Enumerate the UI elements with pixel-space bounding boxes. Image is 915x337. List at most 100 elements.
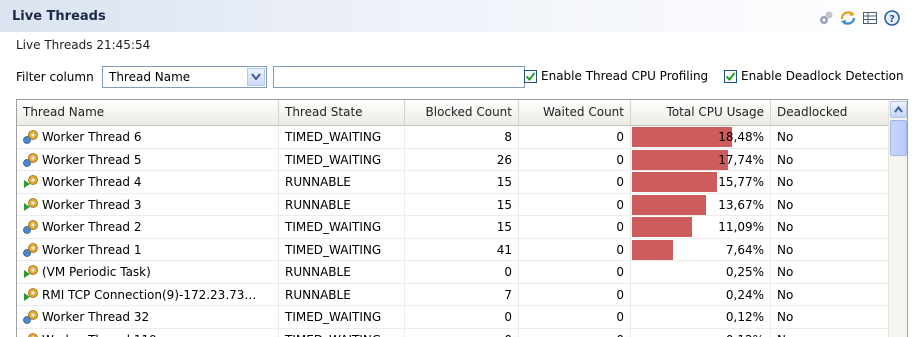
cell-deadlocked: No	[771, 328, 889, 337]
panel-header: Live Threads ?	[0, 0, 915, 32]
cell-deadlocked: No	[771, 306, 889, 328]
cpu-usage-bar	[632, 149, 728, 170]
deadlock-detection-checkbox[interactable]: Enable Deadlock Detection	[724, 69, 904, 83]
scrollbar-thumb[interactable]	[890, 120, 907, 156]
table-row[interactable]: Worker Thread 32 TIMED_WAITING 0 0 0,12% No	[17, 306, 889, 329]
refresh-icon[interactable]	[839, 9, 857, 27]
panel-title: Live Threads	[12, 9, 106, 24]
scroll-up-icon[interactable]	[890, 101, 907, 118]
thread-name-text: RMI TCP Connection(9)-172.23.73…	[42, 287, 257, 302]
thread-name-text: Worker Thread 4	[42, 175, 142, 189]
cell-waited-count: 0	[519, 283, 631, 306]
column-header-thread-name[interactable]: Thread Name	[17, 100, 279, 126]
cell-blocked-count: 0	[405, 328, 519, 337]
threads-table: Thread Name Thread State Blocked Count W…	[16, 99, 908, 337]
cell-thread-state: TIMED_WAITING	[279, 126, 405, 148]
cell-thread-state: TIMED_WAITING	[279, 238, 405, 261]
filter-column-label: Filter column	[16, 70, 94, 84]
cell-deadlocked: No	[771, 261, 889, 283]
table-row[interactable]: Worker Thread 1 TIMED_WAITING 41 0 7,64% No	[17, 238, 889, 261]
waiting-thread-icon	[23, 242, 39, 258]
cell-blocked-count: 41	[405, 238, 519, 261]
cpu-usage-text: 13,67%	[718, 197, 764, 212]
cpu-usage-text: 11,09%	[718, 220, 764, 234]
cpu-usage-text: 7,64%	[725, 242, 764, 257]
cell-waited-count: 0	[519, 261, 631, 283]
cell-thread-name: Worker Thread 5	[17, 148, 279, 171]
table-row[interactable]: Worker Thread 119TIMED_WAITING000,12%No	[17, 328, 889, 337]
column-header-total-cpu-usage[interactable]: Total CPU Usage	[631, 100, 771, 126]
thread-name-text: Worker Thread 32	[42, 310, 150, 324]
cell-deadlocked: No	[771, 283, 889, 306]
cell-thread-name: Worker Thread 32	[17, 306, 279, 328]
cell-waited-count: 0	[519, 171, 631, 193]
cell-blocked-count: 26	[405, 148, 519, 171]
table-row[interactable]: Worker Thread 5 TIMED_WAITING 26 0 17,74% No	[17, 148, 889, 171]
table-row[interactable]: RMI TCP Connection(9)-172.23.73… RUNNABLE…	[17, 283, 889, 306]
cell-thread-name: Worker Thread 4	[17, 171, 279, 193]
filter-column-select[interactable]: Thread Name	[102, 66, 267, 88]
runnable-thread-icon	[23, 264, 39, 280]
cell-total-cpu-usage: 18,48%	[631, 126, 771, 148]
runnable-thread-icon	[23, 174, 39, 190]
filter-bar: Filter column Thread Name Enable Thread …	[16, 65, 906, 89]
column-header-blocked-count[interactable]: Blocked Count	[405, 100, 519, 126]
cell-blocked-count: 15	[405, 171, 519, 193]
cpu-profiling-checkbox[interactable]: Enable Thread CPU Profiling	[524, 69, 708, 83]
cell-total-cpu-usage: 0,24%	[631, 283, 771, 306]
thread-name-text: Worker Thread 119	[42, 329, 157, 337]
cpu-usage-text: 0,24%	[725, 287, 764, 302]
thread-name-text: (VM Periodic Task)	[42, 265, 151, 279]
vertical-scrollbar[interactable]	[888, 100, 907, 337]
cell-waited-count: 0	[519, 328, 631, 337]
cell-total-cpu-usage: 15,77%	[631, 171, 771, 193]
waiting-thread-icon	[23, 129, 39, 145]
thread-name-text: Worker Thread 3	[42, 197, 142, 212]
thread-name-text: Worker Thread 6	[42, 130, 142, 144]
runnable-thread-icon	[23, 197, 39, 213]
cell-thread-state: RUNNABLE	[279, 283, 405, 306]
cpu-usage-text: 17,74%	[718, 152, 764, 167]
thread-name-text: Worker Thread 2	[42, 220, 142, 234]
cell-total-cpu-usage: 13,67%	[631, 193, 771, 216]
column-header-waited-count[interactable]: Waited Count	[519, 100, 631, 126]
table-view-icon[interactable]	[861, 9, 879, 27]
cpu-usage-bar	[632, 127, 732, 147]
cpu-usage-text: 18,48%	[718, 130, 764, 144]
column-header-deadlocked[interactable]: Deadlocked	[771, 100, 889, 126]
cell-thread-name: RMI TCP Connection(9)-172.23.73…	[17, 283, 279, 306]
cell-waited-count: 0	[519, 148, 631, 171]
cpu-usage-text: 15,77%	[718, 175, 764, 189]
cell-total-cpu-usage: 11,09%	[631, 216, 771, 238]
cell-thread-name: (VM Periodic Task)	[17, 261, 279, 283]
table-row[interactable]: Worker Thread 2 TIMED_WAITING 15 0 11,09% No	[17, 216, 889, 239]
table-row[interactable]: Worker Thread 6 TIMED_WAITING 8 0 18,48% No	[17, 126, 889, 149]
cpu-usage-bar	[632, 172, 717, 192]
cell-blocked-count: 0	[405, 261, 519, 283]
checkbox-check-icon[interactable]	[524, 69, 537, 83]
cell-waited-count: 0	[519, 126, 631, 148]
cell-waited-count: 0	[519, 238, 631, 261]
cpu-usage-bar	[632, 194, 706, 215]
cell-total-cpu-usage: 0,12%	[631, 328, 771, 337]
table-row[interactable]: Worker Thread 3 RUNNABLE 15 0 13,67% No	[17, 193, 889, 216]
cell-deadlocked: No	[771, 148, 889, 171]
chevron-down-icon[interactable]	[247, 68, 265, 86]
thread-name-text: Worker Thread 5	[42, 152, 142, 167]
table-body: Worker Thread 6 TIMED_WAITING 8 0 18,48% No Wo…	[17, 126, 889, 337]
cell-waited-count: 0	[519, 216, 631, 238]
cell-deadlocked: No	[771, 193, 889, 216]
filter-text-input[interactable]	[273, 66, 525, 88]
cell-blocked-count: 0	[405, 306, 519, 328]
table-row[interactable]: Worker Thread 4 RUNNABLE 15 0 15,77% No	[17, 171, 889, 194]
threads-settings-icon[interactable]	[817, 9, 835, 27]
cell-total-cpu-usage: 0,12%	[631, 306, 771, 328]
table-row[interactable]: (VM Periodic Task) RUNNABLE 0 0 0,25% No	[17, 261, 889, 284]
column-header-thread-state[interactable]: Thread State	[279, 100, 405, 126]
cell-thread-name: Worker Thread 3	[17, 193, 279, 216]
cell-total-cpu-usage: 7,64%	[631, 238, 771, 261]
checkbox-check-icon[interactable]	[724, 69, 737, 83]
runnable-thread-icon	[23, 287, 39, 303]
help-icon[interactable]: ?	[883, 9, 901, 27]
cell-total-cpu-usage: 0,25%	[631, 261, 771, 283]
